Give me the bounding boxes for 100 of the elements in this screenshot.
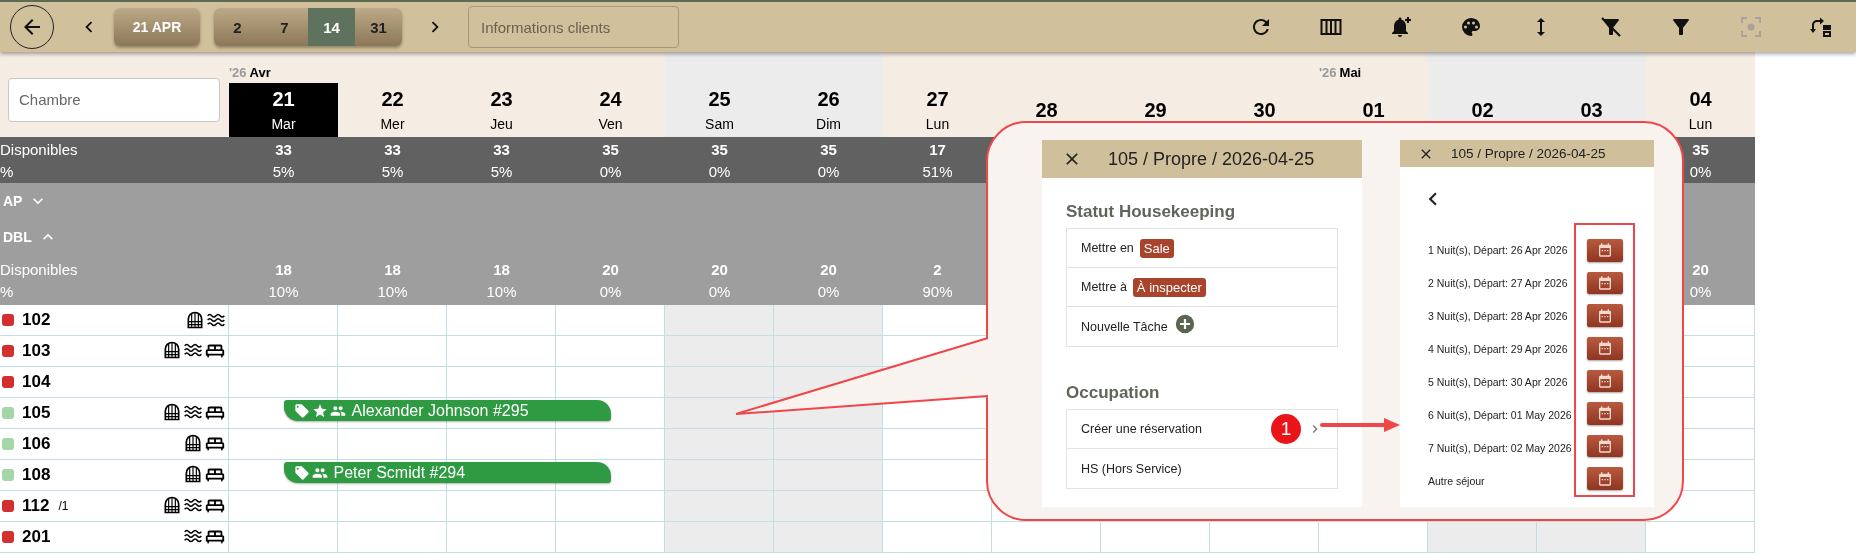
status-badge: À inspecter xyxy=(1132,277,1206,297)
row-label: % xyxy=(0,162,14,180)
menu-item[interactable]: Mettre en Sale xyxy=(1067,229,1337,268)
day-number: 28 xyxy=(1035,98,1058,122)
weekday-label: Mer xyxy=(380,116,405,132)
available-count: 33 xyxy=(493,140,510,158)
occupancy-percent: 5% xyxy=(490,162,513,180)
stay-option: 7 Nuit(s), Départ: 02 May 2026 xyxy=(1428,431,1574,464)
room-number: 102 xyxy=(22,310,51,330)
occupancy-percent: 0% xyxy=(708,162,731,180)
available-count: 33 xyxy=(275,140,292,158)
booking-bar[interactable]: Alexander Johnson #295 xyxy=(283,400,611,421)
occupancy-percent: 5% xyxy=(272,162,295,180)
room-number: 103 xyxy=(22,341,51,361)
occupancy-percent: 0% xyxy=(599,162,622,180)
day-header[interactable]: 26 Dim xyxy=(774,83,883,137)
menu-item[interactable]: HS (Hors Service) xyxy=(1067,449,1337,488)
booking-bar[interactable]: Peter Scmidt #294 xyxy=(283,462,611,483)
row-label: Disponibles xyxy=(0,260,78,278)
range-tab[interactable]: 14 xyxy=(308,8,355,46)
day-header[interactable]: 25 Sam xyxy=(665,83,774,137)
occupancy-percent: 10% xyxy=(486,282,517,300)
occupancy-percent: 0% xyxy=(1689,162,1712,180)
room-number: 104 xyxy=(22,372,51,392)
occupancy-percent: 0% xyxy=(817,282,840,300)
available-count: 20 xyxy=(1692,260,1709,278)
range-tab[interactable]: 31 xyxy=(355,8,402,46)
available-count: 20 xyxy=(602,260,619,278)
step-marker: 1 xyxy=(1271,414,1301,444)
row-label: Disponibles xyxy=(0,140,78,158)
range-tab[interactable]: 2 xyxy=(214,8,261,46)
weekday-label: Lun xyxy=(925,116,950,132)
weekday-label: Ven xyxy=(598,116,623,132)
room-number: 201 xyxy=(22,527,51,547)
menu-item[interactable]: Créer une réservation 1 xyxy=(1067,410,1337,449)
available-count: 2 xyxy=(933,260,942,278)
weekday-label: Mar xyxy=(271,116,296,132)
day-number: 24 xyxy=(599,88,622,111)
day-header[interactable]: 22 Mer xyxy=(338,83,447,137)
year-label: '26 xyxy=(1319,65,1337,80)
weekday-label: Dim xyxy=(816,116,841,132)
stay-option: Autre séjour xyxy=(1428,464,1574,497)
day-number: 04 xyxy=(1689,88,1712,111)
day-header[interactable]: 23 Jeu xyxy=(447,83,556,137)
occupancy-percent: 5% xyxy=(381,162,404,180)
day-number: 22 xyxy=(381,88,404,111)
menu-item[interactable]: Nouvelle Tâche xyxy=(1067,307,1337,346)
day-number: 30 xyxy=(1253,98,1276,122)
month-label: Avr xyxy=(249,65,271,80)
occupancy-percent: 90% xyxy=(922,282,953,300)
occupancy-percent: 0% xyxy=(599,282,622,300)
day-number: 29 xyxy=(1144,98,1167,122)
section-title: Occupation xyxy=(1066,383,1161,403)
stay-option: 1 Nuit(s), Départ: 26 Apr 2026 xyxy=(1428,233,1574,266)
panel-title: 105 / Propre / 2026-04-25 xyxy=(1451,146,1606,161)
occupancy-percent: 10% xyxy=(268,282,299,300)
status-badge: Sale xyxy=(1139,238,1174,258)
day-number: 02 xyxy=(1471,98,1494,122)
panel-title: 105 / Propre / 2026-04-25 xyxy=(1108,148,1315,170)
room-number: 106 xyxy=(22,434,51,454)
occupancy-percent: 0% xyxy=(817,162,840,180)
day-header[interactable]: 04 Lun xyxy=(1646,83,1755,137)
available-count: 18 xyxy=(275,260,292,278)
available-count: 17 xyxy=(929,140,946,158)
day-number: 21 xyxy=(272,88,295,111)
day-number: 26 xyxy=(817,88,840,111)
stay-option: 6 Nuit(s), Départ: 01 May 2026 xyxy=(1428,398,1574,431)
stay-option: 4 Nuit(s), Départ: 29 Apr 2026 xyxy=(1428,332,1574,365)
menu-item[interactable]: Mettre à À inspecter xyxy=(1067,268,1337,307)
available-count: 20 xyxy=(820,260,837,278)
available-count: 18 xyxy=(493,260,510,278)
occupancy-percent: 51% xyxy=(922,162,953,180)
available-count: 20 xyxy=(711,260,728,278)
day-header[interactable]: 21 Mar xyxy=(229,83,338,137)
weekday-label: Sam xyxy=(705,116,734,132)
day-number: 03 xyxy=(1580,98,1603,122)
day-number: 23 xyxy=(490,88,513,111)
day-number: 01 xyxy=(1362,98,1385,122)
range-tab[interactable]: 7 xyxy=(261,8,308,46)
available-count: 33 xyxy=(384,140,401,158)
available-count: 35 xyxy=(711,140,728,158)
group-name: AP xyxy=(3,193,23,209)
room-suffix: /1 xyxy=(58,499,69,513)
day-number: 27 xyxy=(926,88,949,111)
menu-item-label: Créer une réservation xyxy=(1081,422,1202,436)
menu-item-label: HS (Hors Service) xyxy=(1081,461,1182,476)
available-count: 35 xyxy=(602,140,619,158)
room-number: 112 xyxy=(22,496,50,516)
day-header[interactable]: 24 Ven xyxy=(556,83,665,137)
room-number: 108 xyxy=(22,465,51,485)
day-header[interactable]: 27 Lun xyxy=(883,83,992,137)
stay-option: 5 Nuit(s), Départ: 30 Apr 2026 xyxy=(1428,365,1574,398)
room-search-field[interactable]: Chambre xyxy=(8,77,220,122)
search-field[interactable]: Informations clients xyxy=(468,6,679,48)
weekday-label: Jeu xyxy=(490,116,513,132)
stay-option: 3 Nuit(s), Départ: 28 Apr 2026 xyxy=(1428,299,1574,332)
occupancy-percent: 0% xyxy=(1689,282,1712,300)
stay-option: 2 Nuit(s), Départ: 27 Apr 2026 xyxy=(1428,266,1574,299)
available-count: 18 xyxy=(384,260,401,278)
menu-item-label: Mettre en xyxy=(1081,241,1134,255)
